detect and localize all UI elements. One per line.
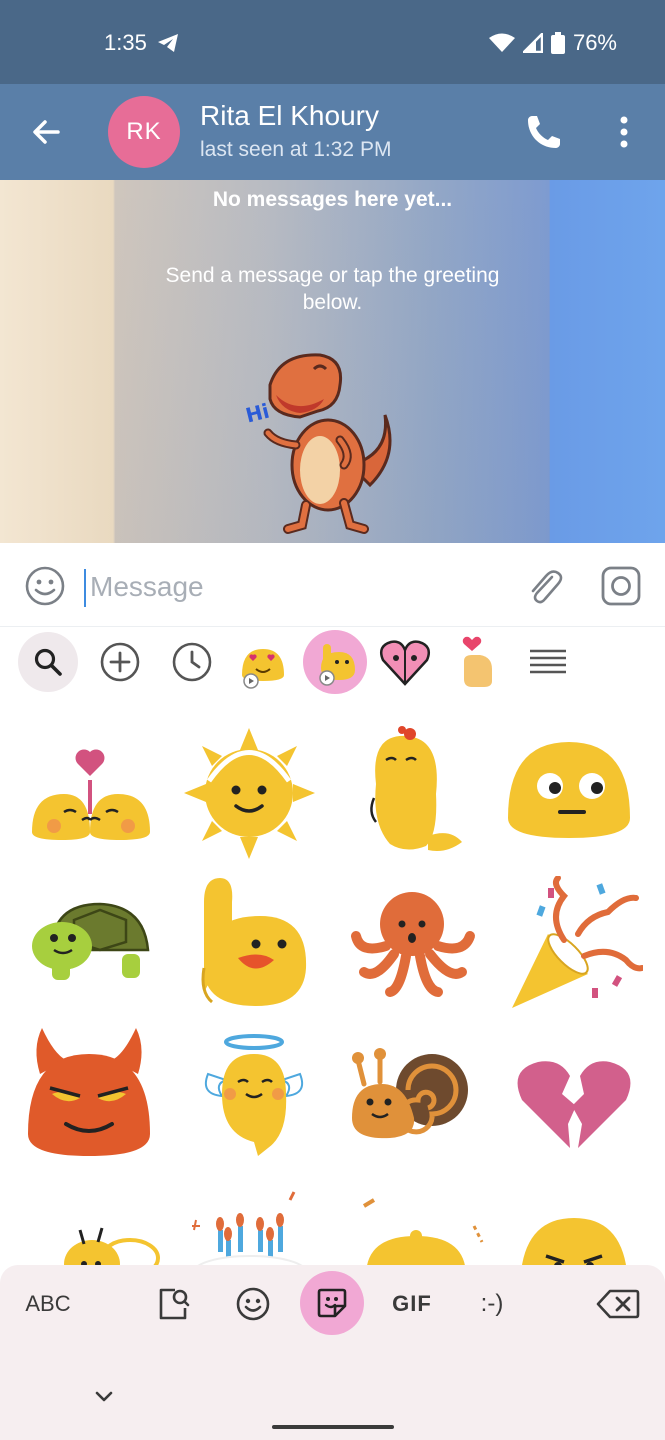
birthday-cake-sticker[interactable] (190, 1190, 325, 1270)
empty-chat-description: Send a message or tap the greeting below… (165, 264, 500, 314)
kissing-blobs-sticker[interactable] (24, 736, 159, 871)
more-options-icon[interactable] (604, 110, 644, 154)
emoji-face-icon[interactable] (24, 565, 66, 607)
angel-blob-sticker[interactable] (198, 1024, 333, 1159)
keyboard-clipboard-button[interactable] (148, 1277, 198, 1331)
bee-sticker[interactable] (60, 1210, 195, 1270)
turtle-sticker[interactable] (22, 880, 157, 1015)
telegram-notification-icon (158, 34, 178, 52)
search-icon (34, 648, 62, 676)
devil-blob-sticker[interactable] (22, 1024, 157, 1159)
keyboard-gif-button[interactable]: GIF (384, 1277, 440, 1331)
sticker-icon (317, 1288, 347, 1318)
backspace-icon (596, 1289, 640, 1319)
sticker-pack-tabs (0, 628, 665, 700)
camera-icon[interactable] (600, 565, 642, 607)
sticker-settings-tab[interactable] (518, 632, 578, 692)
angry-blob-sticker[interactable] (508, 1210, 643, 1270)
keyboard-media-bar: ABC GIF :-) (0, 1265, 665, 1440)
keyboard-backspace-button[interactable] (592, 1277, 644, 1331)
add-sticker-tab[interactable] (90, 632, 150, 692)
waving-blob-pack-icon (319, 644, 355, 686)
sticker-grid (0, 710, 665, 1270)
status-indicators: 76% (488, 30, 617, 56)
heart-hand-pack-icon (462, 636, 492, 687)
message-input-bar (0, 543, 665, 627)
wifi-icon (488, 33, 515, 52)
chat-header: RK Rita El Khoury last seen at 1:32 PM (0, 84, 665, 180)
heart-faces-pack-icon (380, 640, 430, 686)
keyboard-emoticon-button[interactable]: :-) (464, 1277, 520, 1331)
bell-sticker[interactable] (350, 1196, 485, 1270)
sun-sticker[interactable] (182, 726, 317, 861)
status-bar: 1:35 76% (0, 0, 665, 84)
back-arrow-icon[interactable] (26, 112, 66, 152)
recent-clock-icon (172, 642, 212, 682)
contact-name[interactable]: Rita El Khoury (200, 100, 379, 132)
keyboard-sticker-button[interactable] (300, 1271, 364, 1335)
heart-eyes-blob-pack-icon (242, 649, 284, 689)
telegram-chat-screen: 1:35 76% RK Rita El Khoury last seen at … (0, 0, 665, 1440)
side-eye-blob-sticker[interactable] (502, 728, 637, 863)
chevron-down-icon[interactable] (92, 1385, 116, 1409)
snail-sticker[interactable] (346, 1032, 481, 1167)
menu-icon (530, 649, 566, 674)
clipboard-search-icon (159, 1288, 190, 1320)
paperclip-icon[interactable] (522, 565, 566, 609)
raised-hand-blob-sticker[interactable] (190, 872, 325, 1007)
party-popper-sticker[interactable] (508, 876, 643, 1011)
sticker-pack-tab-heart-hand[interactable] (448, 632, 508, 692)
octopus-sticker[interactable] (346, 880, 481, 1015)
sticker-pack-tab-waving[interactable] (303, 630, 367, 694)
sticker-pack-tab-heart-eyes[interactable] (233, 632, 293, 692)
message-input[interactable] (90, 565, 490, 609)
keyboard-emoji-button[interactable] (228, 1277, 278, 1331)
phone-call-icon[interactable] (522, 110, 566, 154)
home-indicator[interactable] (272, 1425, 394, 1429)
status-time: 1:35 (104, 30, 147, 55)
greeting-dinosaur-sticker[interactable]: Hi (240, 345, 410, 535)
empty-chat-title: No messages here yet... (212, 188, 453, 211)
sticker-search-tab[interactable] (18, 632, 78, 692)
chat-background: No messages here yet... Send a message o… (0, 180, 665, 543)
emoji-face-icon (236, 1287, 270, 1321)
flower-blob-sticker[interactable] (346, 724, 481, 859)
sticker-pack-tab-hearts[interactable] (375, 632, 435, 692)
cell-signal-icon (522, 33, 543, 53)
add-icon (100, 642, 140, 682)
text-caret (84, 569, 86, 607)
broken-heart-sticker[interactable] (510, 1040, 645, 1175)
recent-stickers-tab[interactable] (162, 632, 222, 692)
avatar[interactable]: RK (108, 96, 180, 168)
keyboard-abc-button[interactable]: ABC (18, 1277, 78, 1331)
contact-last-seen: last seen at 1:32 PM (200, 138, 392, 161)
sticker-hi-text: Hi (243, 399, 272, 428)
battery-percent: 76% (572, 30, 617, 55)
battery-icon (550, 32, 565, 54)
